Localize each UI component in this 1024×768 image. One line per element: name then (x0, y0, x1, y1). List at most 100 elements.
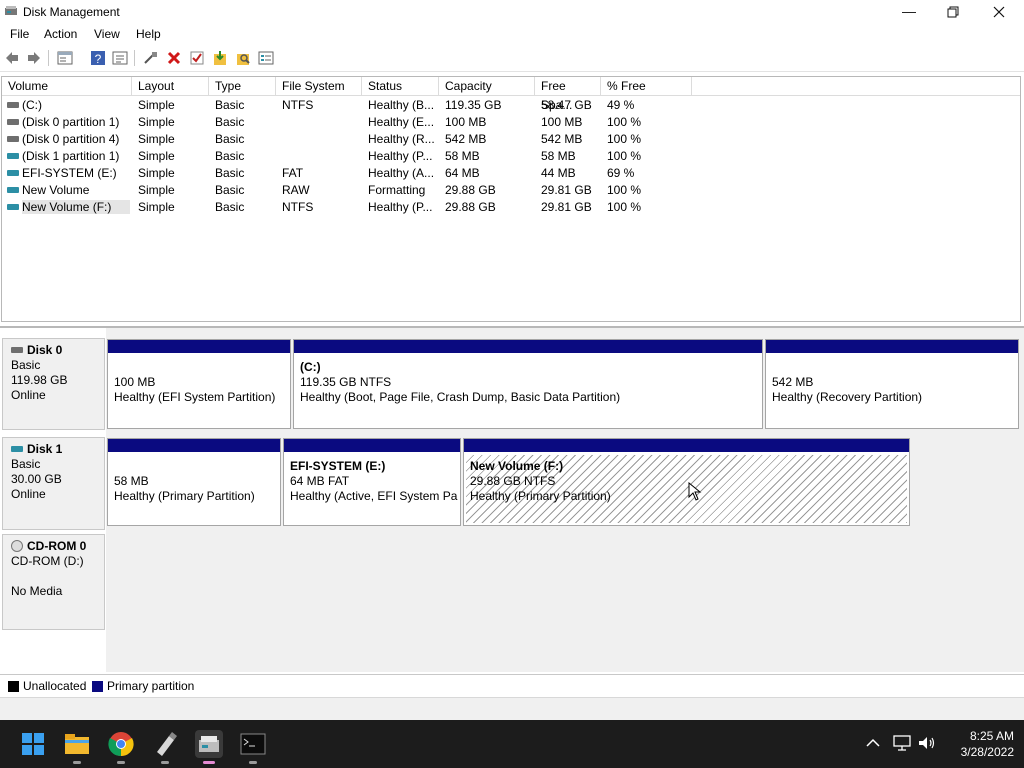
help-icon[interactable]: ? (90, 50, 106, 66)
cell-type: Basic (215, 149, 245, 163)
system-clock[interactable]: 8:25 AM 3/28/2022 (961, 728, 1014, 760)
disk-1-partition-new-volume[interactable]: New Volume (F:) 29.88 GB NTFS Healthy (Pri… (463, 438, 910, 526)
disk-0-partition-recovery[interactable]: 542 MB Healthy (Recovery Partition) (765, 339, 1019, 429)
table-row[interactable]: New Volume Simple Basic RAW Formatting 29.88 … (2, 182, 1020, 199)
search-icon[interactable] (235, 50, 251, 66)
details-icon[interactable] (112, 50, 128, 66)
disk-1-state: Online (11, 487, 46, 501)
running-indicator (117, 761, 125, 764)
cell-volume: EFI-SYSTEM (E:) (22, 166, 117, 180)
cell-volume: (Disk 1 partition 1) (22, 149, 120, 163)
status-bar (0, 697, 1024, 720)
volume-list[interactable]: Volume Layout Type File System Status Ca… (1, 76, 1021, 322)
cell-status: Healthy (R... (368, 132, 435, 146)
cell-layout: Simple (138, 132, 175, 146)
menu-view[interactable]: View (94, 27, 120, 41)
toolbar-separator (48, 50, 49, 66)
taskbar-disk-management[interactable] (195, 730, 223, 764)
cell-capacity: 100 MB (445, 115, 487, 129)
cell-status: Healthy (B... (368, 98, 435, 112)
cell-pct: 49 % (607, 98, 635, 112)
disk-0-name: Disk 0 (11, 343, 96, 358)
disk-0-kind: Basic (11, 358, 41, 372)
table-row[interactable]: (Disk 0 partition 4) Simple Basic Healthy (… (2, 131, 1020, 148)
cell-fs: NTFS (282, 200, 314, 214)
disk-icon (11, 347, 23, 353)
cell-type: Basic (215, 166, 245, 180)
properties-icon[interactable] (57, 50, 73, 66)
cell-volume: (Disk 0 partition 1) (22, 115, 120, 129)
column-file-system[interactable]: File System (276, 77, 362, 96)
table-row[interactable]: EFI-SYSTEM (E:) Simple Basic FAT Healthy (A.… (2, 165, 1020, 182)
cdrom-0-label[interactable]: CD-ROM 0 CD-ROM (D:) No Media (2, 534, 105, 630)
list-icon[interactable] (258, 50, 274, 66)
disk-1-partition-efi-system[interactable]: EFI-SYSTEM (E:) 64 MB FAT Healthy (Active,… (283, 438, 461, 526)
import-icon[interactable] (212, 50, 228, 66)
cell-volume: New Volume (F:) (22, 200, 130, 214)
cell-status: Healthy (P... (368, 149, 433, 163)
menu-file[interactable]: File (10, 27, 29, 41)
column-type[interactable]: Type (209, 77, 276, 96)
start-button[interactable] (19, 730, 47, 758)
delete-icon[interactable] (166, 50, 182, 66)
chevron-up-icon[interactable] (866, 738, 880, 748)
cell-status: Formatting (368, 183, 426, 197)
menu-help[interactable]: Help (136, 27, 161, 41)
close-button[interactable] (976, 0, 1022, 24)
cd-rom-icon (11, 540, 23, 552)
check-icon[interactable] (189, 50, 205, 66)
disk-0-partition-efi[interactable]: 100 MB Healthy (EFI System Partition) (107, 339, 291, 429)
cell-capacity: 119.35 GB (445, 98, 502, 112)
taskbar-terminal[interactable] (239, 730, 267, 764)
toolbar: ? (0, 46, 1024, 72)
column-layout[interactable]: Layout (132, 77, 209, 96)
taskbar-chrome[interactable] (107, 730, 135, 764)
active-indicator (203, 761, 215, 764)
usb-disk-icon (11, 446, 23, 452)
connect-icon[interactable] (143, 50, 159, 66)
disk-1-partition-1[interactable]: 58 MB Healthy (Primary Partition) (107, 438, 281, 526)
taskbar-file-explorer[interactable] (63, 730, 91, 764)
taskbar-usb-tool[interactable] (151, 730, 179, 764)
terminal-icon (240, 733, 266, 755)
table-row[interactable]: (C:) Simple Basic NTFS Healthy (B... 119.35 G… (2, 97, 1020, 114)
cell-free: 44 MB (541, 166, 576, 180)
cell-layout: Simple (138, 200, 175, 214)
cell-volume: (Disk 0 partition 4) (22, 132, 120, 146)
cell-volume: (C:) (22, 98, 42, 112)
table-row[interactable]: New Volume (F:) Simple Basic NTFS Healthy (P… (2, 199, 1020, 216)
unallocated-swatch (8, 681, 19, 692)
disk-0-label[interactable]: Disk 0 Basic 119.98 GB Online (2, 338, 105, 430)
network-icon[interactable] (893, 735, 911, 751)
primary-partition-bar (108, 340, 290, 353)
back-icon[interactable] (4, 50, 20, 66)
primary-partition-swatch (92, 681, 103, 692)
legend: Unallocated Primary partition (0, 674, 1024, 696)
running-indicator (73, 761, 81, 764)
running-indicator (249, 761, 257, 764)
drive-icon (7, 102, 19, 108)
maximize-button[interactable] (930, 0, 976, 24)
cell-layout: Simple (138, 98, 175, 112)
forward-icon[interactable] (26, 50, 42, 66)
table-row[interactable]: (Disk 0 partition 1) Simple Basic Healthy (… (2, 114, 1020, 131)
cell-pct: 69 % (607, 166, 635, 180)
disk-0-partition-c[interactable]: (C:) 119.35 GB NTFS Healthy (Boot, Page Fi… (293, 339, 763, 429)
clock-time: 8:25 AM (969, 729, 1014, 743)
column-free-space[interactable]: Free Spa... (535, 77, 601, 112)
cell-volume: New Volume (22, 183, 90, 197)
column-status[interactable]: Status (362, 77, 439, 96)
column-volume[interactable]: Volume (2, 77, 132, 96)
cell-free: 29.81 GB (541, 200, 592, 214)
volume-icon[interactable] (918, 735, 936, 751)
disk-1-label[interactable]: Disk 1 Basic 30.00 GB Online (2, 437, 105, 530)
column-percent-free[interactable]: % Free (601, 77, 692, 96)
disk-0-state: Online (11, 388, 46, 402)
column-capacity[interactable]: Capacity (439, 77, 535, 96)
cell-fs: NTFS (282, 98, 314, 112)
cell-pct: 100 % (607, 183, 642, 197)
disk-map: Disk 0 Basic 119.98 GB Online 100 MB Heal… (0, 326, 1024, 672)
minimize-button[interactable]: — (886, 0, 932, 24)
menu-action[interactable]: Action (44, 27, 77, 41)
table-row[interactable]: (Disk 1 partition 1) Simple Basic Healthy (… (2, 148, 1020, 165)
